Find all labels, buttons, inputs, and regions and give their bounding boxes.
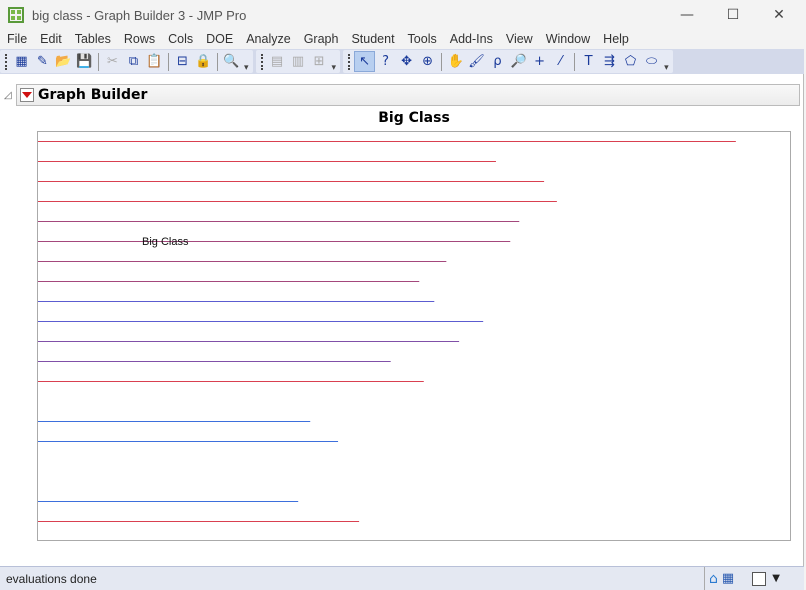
toolbar-overflow-icon[interactable]: ▾ [664, 63, 669, 73]
graph-builder-outline: ◿ Graph Builder [4, 84, 800, 106]
menu-cols[interactable]: Cols [161, 30, 199, 49]
graph-title[interactable]: Big Class [37, 110, 791, 126]
data-grid-icon[interactable]: ▦ [722, 571, 734, 586]
outline-title: Graph Builder [38, 87, 148, 103]
toggle-settings-icon[interactable]: ⊟ [172, 51, 193, 72]
plot-svg: Big Class [38, 141, 736, 522]
title-bar: big class - Graph Builder 3 - JMP Pro — … [0, 0, 804, 30]
new-data-table-icon[interactable]: ▦ [11, 51, 32, 72]
window-title: big class - Graph Builder 3 - JMP Pro [32, 7, 247, 23]
toolbar: ▦ ✎ 📂 💾 ✂ ⧉ 📋 ⊟ 🔒 🔍 ▾ ▤ ▥ ⊞ ▾ ↖? ✥ ⊕ ✋ 🖌 ρ 🔎 + ⁄ T ⇶ ⬠ ⬭ ▾ [0, 49, 804, 74]
toolbar-separator [574, 52, 576, 71]
menu-rows[interactable]: Rows [117, 30, 161, 49]
crosshair-icon[interactable]: + [529, 51, 550, 72]
status-text: evaluations done [6, 571, 97, 586]
menu-graph[interactable]: Graph [297, 30, 345, 49]
outline-header: Graph Builder [16, 84, 800, 106]
target-icon[interactable]: ⊕ [417, 51, 438, 72]
menu-bar: File Edit Tables Rows Cols DOE Analyze Graph Stu… [0, 30, 804, 49]
menu-file[interactable]: File [0, 30, 33, 49]
graph-annotation[interactable]: Big Class [142, 236, 189, 248]
toolbar-group: ↖? ✥ ⊕ ✋ 🖌 ρ 🔎 + ⁄ T ⇶ ⬠ ⬭ ▾ [343, 50, 673, 73]
menu-window[interactable]: Window [539, 30, 596, 49]
selection-box-icon[interactable] [752, 571, 767, 586]
status-bar: evaluations done ⌂ ▦ ▼ [0, 566, 804, 590]
toolbar-overflow-icon[interactable]: ▾ [244, 63, 249, 73]
menu-student[interactable]: Student [344, 30, 400, 49]
save-icon[interactable]: 💾 [74, 51, 95, 72]
menu-doe[interactable]: DOE [199, 30, 239, 49]
disclosure-icon[interactable]: ◿ [4, 90, 14, 101]
status-icons: ⌂ ▦ ▼ [704, 567, 804, 590]
line-arrow-icon[interactable]: ⇶ [599, 51, 620, 72]
menu-help[interactable]: Help [596, 30, 635, 49]
lasso-icon[interactable]: ρ [487, 51, 508, 72]
search-icon[interactable]: 🔍 [221, 51, 242, 72]
menu-analyze[interactable]: Analyze [239, 30, 296, 49]
jmp-app-icon [8, 7, 24, 23]
toolbar-separator [98, 52, 99, 71]
menu-edit[interactable]: Edit [33, 30, 68, 49]
dropdown-arrow-icon[interactable]: ▼ [772, 573, 780, 584]
menu-addins[interactable]: Add-Ins [443, 30, 499, 49]
toolbar-separator [168, 52, 169, 71]
magnifier-icon[interactable]: 🔎 [508, 51, 529, 72]
paste-icon[interactable]: 📋 [144, 51, 165, 72]
minimize-button[interactable]: — [664, 0, 710, 30]
crosshair-move-icon[interactable]: ✥ [396, 51, 417, 72]
menu-tools[interactable]: Tools [401, 30, 443, 49]
data-table-icon[interactable]: ▤ [267, 51, 288, 72]
menu-tables[interactable]: Tables [68, 30, 117, 49]
ruler-icon[interactable]: ⁄ [550, 51, 571, 72]
hand-grabber-icon[interactable]: ✋ [445, 51, 466, 72]
lock-icon[interactable]: 🔒 [193, 51, 214, 72]
toolbar-overflow-icon[interactable]: ▾ [332, 63, 337, 73]
arrow-pointer-icon[interactable]: ↖ [354, 51, 376, 72]
columns-icon[interactable]: ▥ [288, 51, 309, 72]
cut-icon[interactable]: ✂ [102, 51, 123, 72]
toolbar-separator [441, 52, 443, 71]
toolbar-group: ▤ ▥ ⊞ ▾ [255, 50, 341, 73]
menu-view[interactable]: View [499, 30, 539, 49]
toolbar-grip[interactable] [348, 53, 351, 70]
help-icon[interactable]: ? [375, 51, 396, 72]
new-script-icon[interactable]: ✎ [32, 51, 53, 72]
toolbar-group: ▦ ✎ 📂 💾 ✂ ⧉ 📋 ⊟ 🔒 🔍 ▾ [0, 50, 253, 73]
open-folder-icon[interactable]: 📂 [53, 51, 74, 72]
toolbar-separator [217, 52, 218, 71]
toolbar-grip[interactable] [260, 53, 264, 70]
brush-icon[interactable]: 🖌 [466, 51, 487, 72]
ellipse-icon[interactable]: ⬭ [641, 51, 662, 72]
toolbar-grip[interactable] [5, 53, 8, 70]
jmp-window: big class - Graph Builder 3 - JMP Pro — … [0, 0, 804, 590]
copy-icon[interactable]: ⧉ [123, 51, 144, 72]
home-icon[interactable]: ⌂ [709, 571, 718, 587]
plot-frame[interactable]: Big Class [37, 131, 791, 541]
annotate-text-icon[interactable]: T [578, 51, 599, 72]
add-table-icon[interactable]: ⊞ [309, 51, 330, 72]
maximize-button[interactable]: ☐ [710, 0, 756, 30]
close-button[interactable]: ✕ [756, 0, 802, 30]
polygon-icon[interactable]: ⬠ [620, 51, 641, 72]
red-triangle-menu-icon[interactable] [20, 88, 34, 102]
